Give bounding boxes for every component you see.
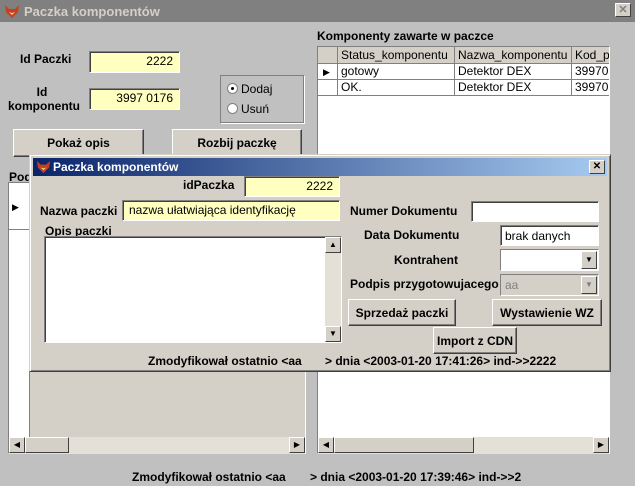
doc-date-label: Data Dokumentu <box>364 228 460 242</box>
split-package-button[interactable]: Rozbij paczkę <box>172 129 302 157</box>
id-komponentu-label: Id komponentu <box>8 85 80 113</box>
main-close-button[interactable]: ✕ <box>615 3 631 17</box>
scroll-right-icon[interactable]: ▶ <box>593 437 609 453</box>
scroll-up-icon[interactable]: ▲ <box>325 237 341 253</box>
dialog-title: Paczka komponentów <box>53 160 179 174</box>
scroll-left-icon[interactable]: ◀ <box>318 437 334 453</box>
contractor-combo[interactable]: ▼ <box>500 249 599 271</box>
scroll-thumb[interactable] <box>334 437 474 453</box>
chevron-down-icon[interactable]: ▼ <box>581 251 597 269</box>
dialog-id-field[interactable]: 2222 <box>244 176 340 197</box>
id-paczki-field[interactable]: 2222 <box>89 51 180 73</box>
sell-package-button[interactable]: Sprzedaż paczki <box>348 299 456 326</box>
row-selector[interactable]: ▶ <box>318 64 338 80</box>
main-status-modified-by: Zmodyfikował ostatnio <aa <box>132 470 286 484</box>
row-pointer-icon: ▶ <box>12 202 19 212</box>
radio-remove-label: Usuń <box>241 102 270 116</box>
doc-number-label: Numer Dokumentu <box>350 204 458 218</box>
dialog-status-date: > dnia <2003-01-20 17:41:26> ind->>2222 <box>325 354 557 368</box>
dialog-close-button[interactable]: ✕ <box>589 160 605 174</box>
show-description-button[interactable]: Pokaż opis <box>13 129 144 157</box>
doc-date-field[interactable]: brak danych <box>500 225 599 246</box>
table-row-1-name[interactable]: Detektor DEX <box>455 80 572 96</box>
package-name-field[interactable]: nazwa ułatwiająca identyfikację <box>122 200 340 221</box>
dialog-id-label: idPaczka <box>183 178 235 192</box>
scroll-down-icon[interactable]: ▼ <box>325 326 341 342</box>
issue-wz-button[interactable]: Wystawienie WZ <box>492 299 602 326</box>
grid-corner <box>318 47 338 64</box>
fox-logo-icon <box>5 5 19 18</box>
components-title: Komponenty zawarte w paczce <box>317 29 494 43</box>
chevron-down-icon[interactable]: ▼ <box>581 276 597 294</box>
doc-number-field[interactable] <box>471 201 599 222</box>
preparer-signature-value: aa <box>505 278 519 292</box>
components-grid-hscroll[interactable]: ◀ ▶ <box>318 437 609 454</box>
main-status-date: > dnia <2003-01-20 17:39:46> ind->>2 <box>310 470 522 484</box>
table-row-0-name[interactable]: Detektor DEX <box>455 64 572 80</box>
scroll-left-icon[interactable]: ◀ <box>9 437 25 453</box>
package-name-label: Nazwa paczki <box>40 204 118 218</box>
row-pointer-icon: ▶ <box>323 67 330 77</box>
id-komponentu-field[interactable]: 3997 0176 <box>89 88 180 110</box>
table-row-1-code[interactable]: 39970 <box>572 80 609 96</box>
table-row-0-status[interactable]: gotowy <box>338 64 455 80</box>
contractor-label: Kontrahent <box>394 253 458 267</box>
radio-add[interactable] <box>227 83 238 94</box>
table-row-0-code[interactable]: 39970 <box>572 64 609 80</box>
row-selector[interactable] <box>318 80 338 96</box>
radio-add-label: Dodaj <box>241 82 273 96</box>
grid-header-status[interactable]: Status_komponentu <box>338 47 455 64</box>
close-icon: ✕ <box>618 4 628 16</box>
description-vscroll[interactable]: ▲ ▼ <box>325 237 341 342</box>
import-cdn-button[interactable]: Import z CDN <box>433 327 517 354</box>
grid-header-code[interactable]: Kod_p <box>572 47 609 64</box>
preparer-signature-combo[interactable]: aa ▼ <box>500 274 599 296</box>
main-title: Paczka komponentów <box>24 4 160 19</box>
fox-logo-icon <box>36 160 51 174</box>
table-row-1-status[interactable]: OK. <box>338 80 455 96</box>
grid-header-name[interactable]: Nazwa_komponentu <box>455 47 572 64</box>
radio-remove[interactable] <box>227 103 238 114</box>
package-description-textarea[interactable]: ▲ ▼ <box>44 236 342 343</box>
id-paczki-label: Id Paczki <box>20 52 72 66</box>
package-dialog: Paczka komponentów ✕ idPaczka 2222 Nazwa… <box>29 154 611 372</box>
dialog-status-modified-by: Zmodyfikował ostatnio <aa <box>148 354 302 368</box>
main-title-bar: Paczka komponentów ✕ <box>0 0 635 22</box>
close-icon: ✕ <box>592 161 602 172</box>
scroll-thumb[interactable] <box>25 437 69 453</box>
scroll-right-icon[interactable]: ▶ <box>289 437 305 453</box>
preparer-signature-label: Podpis przygotowujacego <box>350 277 499 291</box>
dialog-title-bar: Paczka komponentów ✕ <box>33 158 607 176</box>
left-grid-hscroll[interactable]: ◀ ▶ <box>9 437 305 454</box>
